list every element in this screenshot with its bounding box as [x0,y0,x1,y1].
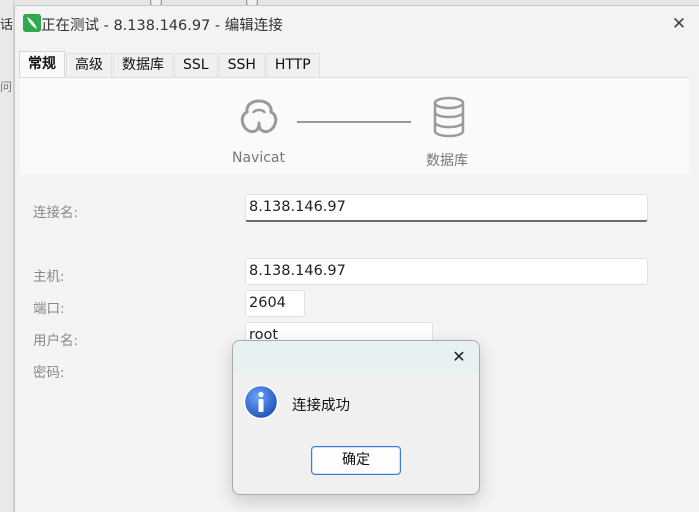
background-text-fragment: 问 [0,80,13,94]
database-icon [433,96,465,138]
info-icon [243,384,279,420]
tab-http[interactable]: HTTP [265,53,320,77]
window-titlebar: 正在测试 - 8.138.146.97 - 编辑连接 ✕ [15,6,699,40]
host-label: 主机: [33,269,65,285]
connection-diagram: Navicat 数据库 [20,78,689,174]
tab-general[interactable]: 常规 [19,51,65,77]
port-input[interactable]: 2604 [245,290,305,317]
tab-ssl[interactable]: SSL [174,53,218,77]
ok-button[interactable]: 确定 [311,446,401,475]
navicat-app-icon [23,14,41,32]
navicat-label: Navicat [232,150,285,166]
database-label: 数据库 [426,153,468,169]
connection-name-input[interactable]: 8.138.146.97 [245,194,648,222]
port-label: 端口: [33,301,65,317]
connection-name-label: 连接名: [33,205,79,221]
tab-databases[interactable]: 数据库 [113,53,173,77]
background-text-fragment: 话 [0,18,14,33]
dialog-message: 连接成功 [292,398,350,414]
tab-ssh[interactable]: SSH [218,53,265,77]
connection-line [297,121,411,123]
username-label: 用户名: [33,333,79,349]
password-label: 密码: [33,365,65,381]
host-input[interactable]: 8.138.146.97 [245,258,648,285]
background-window: 话 问 [0,0,14,512]
window-title: 正在测试 - 8.138.146.97 - 编辑连接 [41,18,283,34]
dialog-titlebar: ✕ [233,341,479,373]
navicat-logo-icon [240,99,278,134]
window-close-button[interactable]: ✕ [668,13,690,35]
tab-bar: 常规 高级 数据库 SSL SSH HTTP [19,51,321,77]
tab-advanced[interactable]: 高级 [66,53,112,77]
dialog-close-button[interactable]: ✕ [447,345,471,369]
connection-success-dialog: ✕ 连接成功 确定 [232,340,480,495]
